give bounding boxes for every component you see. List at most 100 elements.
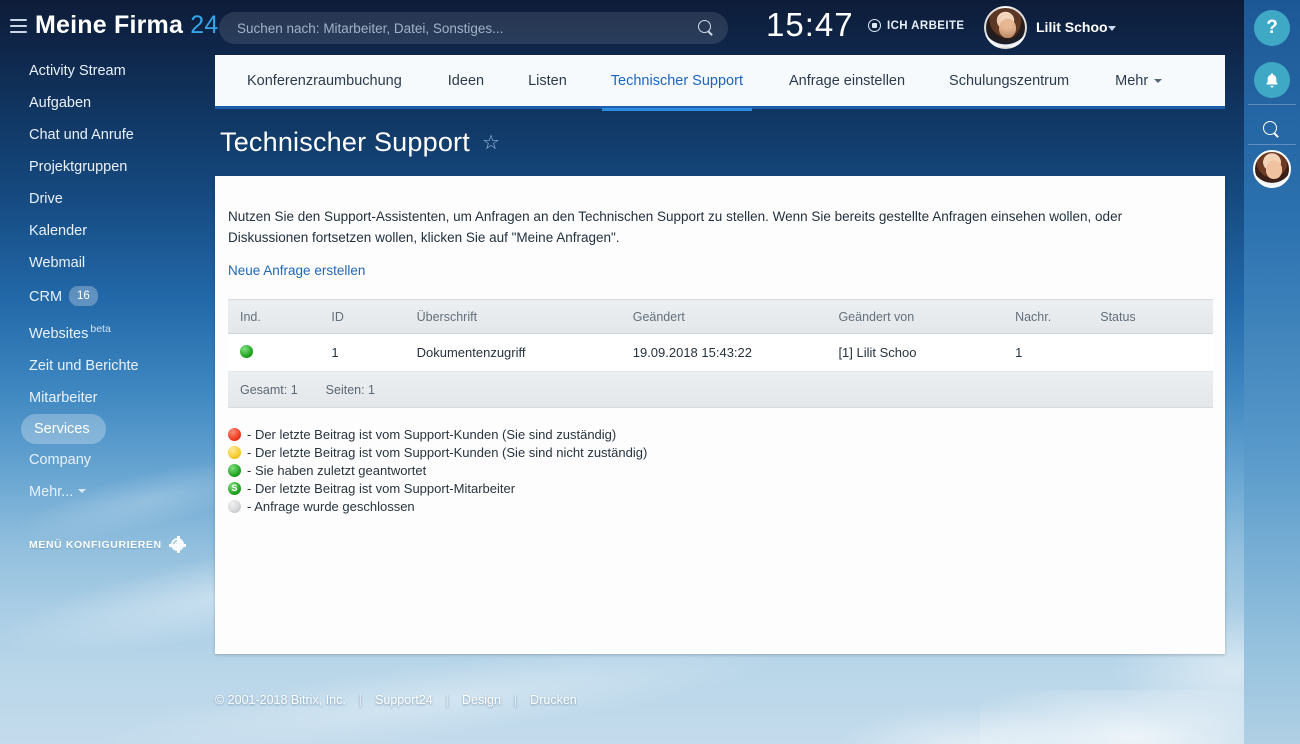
tab-konferenzraumbuchung[interactable]: Konferenzraumbuchung [247, 54, 402, 108]
sidebar-item-projektgruppen[interactable]: Projektgruppen [0, 151, 215, 183]
logo-text: Meine Firma [35, 11, 184, 39]
column-header[interactable]: Status [1088, 299, 1213, 334]
tab-schulungszentrum[interactable]: Schulungszentrum [949, 54, 1069, 108]
cell-indicator [228, 333, 320, 372]
search-icon[interactable] [1254, 112, 1290, 148]
sidebar-item-activity-stream[interactable]: Activity Stream [0, 55, 215, 87]
avatar[interactable] [984, 6, 1027, 49]
cell-modified-by: [1] Lilit Schoo [826, 333, 1004, 372]
requests-table: Ind. ID Überschrift Geändert Geändert von Nac… [228, 299, 1213, 372]
sidebar-item-chat-und-anrufe[interactable]: Chat und Anrufe [0, 119, 215, 151]
cell-title[interactable]: Dokumentenzugriff [404, 333, 621, 372]
global-search[interactable] [219, 12, 728, 44]
sidebar-item-mitarbeiter[interactable]: Mitarbeiter [0, 382, 215, 414]
work-status-button[interactable]: ICH ARBEITE [868, 19, 964, 32]
sidebar-item-label: Websites [29, 326, 89, 342]
avatar[interactable] [1253, 150, 1291, 188]
sidebar-item-label: CRM [29, 289, 63, 305]
star-icon[interactable]: ☆ [482, 133, 500, 153]
tab-label: Konferenzraumbuchung [247, 72, 402, 89]
table-header-row: Ind. ID Überschrift Geändert Geändert von Nac… [228, 299, 1213, 334]
tab-technischer-support[interactable]: Technischer Support [601, 54, 753, 111]
legend-label: - Sie haben zuletzt geantwortet [247, 462, 427, 478]
page-title-row: Technischer Support ☆ [215, 109, 1225, 176]
user-name[interactable]: Lilit Schoo [1036, 19, 1108, 35]
column-header[interactable]: Geändert von [826, 299, 1004, 334]
footer-divider: | [358, 693, 363, 707]
footer-link-support24[interactable]: Support24 [375, 693, 433, 707]
hamburger-icon[interactable] [10, 19, 27, 33]
legend-indicator-icon [228, 499, 241, 513]
footer-link-drucken[interactable]: Drucken [530, 693, 577, 707]
column-header[interactable]: Überschrift [404, 299, 621, 334]
content-area: Konferenzraumbuchung Ideen Listen Technisch… [215, 55, 1225, 654]
column-header[interactable]: ID [319, 299, 405, 334]
sidebar-item-label: Company [29, 452, 92, 468]
sidebar-item-label: Services [34, 421, 90, 437]
sidebar-item-drive[interactable]: Drive [0, 183, 215, 215]
tab-anfrage-einstellen[interactable]: Anfrage einstellen [789, 54, 905, 108]
column-header[interactable]: Nachr. [1003, 299, 1089, 334]
legend-item: S - Der letzte Beitrag ist vom Support-Mi… [228, 479, 1225, 497]
table-footer-summary: Gesamt: 1 Seiten: 1 [228, 372, 1213, 408]
chevron-down-icon[interactable] [78, 489, 87, 493]
sidebar-item-zeit-und-berichte[interactable]: Zeit und Berichte [0, 350, 215, 382]
logo-number: 24 [190, 11, 219, 39]
configure-menu-button[interactable]: MENÜ KONFIGURIEREN [29, 536, 186, 553]
legend-item: - Der letzte Beitrag ist vom Support-Kun… [228, 443, 1225, 461]
footer-link-design[interactable]: Design [462, 693, 501, 707]
search-input[interactable] [237, 12, 697, 44]
cell-messages: 1 [1003, 333, 1089, 372]
legend-indicator-icon: S [228, 481, 241, 495]
help-label: ? [1266, 17, 1278, 38]
status-indicator-icon [240, 344, 253, 358]
sidebar-item-label: Activity Stream [29, 63, 126, 79]
sidebar-item-kalender[interactable]: Kalender [0, 215, 215, 247]
sidebar-item-label: Zeit und Berichte [29, 358, 139, 374]
chevron-down-icon[interactable] [1154, 78, 1163, 83]
sidebar-item-crm[interactable]: CRM 16 [0, 279, 215, 313]
legend-label: - Der letzte Beitrag ist vom Support-Kun… [247, 444, 648, 460]
sidebar-item-badge: 16 [69, 286, 98, 306]
column-header[interactable]: Geändert [620, 299, 827, 334]
app-logo[interactable]: Meine Firma 24 [35, 11, 218, 40]
page-title: Technischer Support [220, 127, 470, 157]
tab-mehr[interactable]: Mehr [1115, 54, 1163, 108]
rail-divider [1248, 104, 1296, 105]
sidebar-item-label: Mitarbeiter [29, 390, 98, 406]
copyright: © 2001-2018 Bitrix, Inc. [215, 693, 346, 707]
sidebar-item-label: Aufgaben [29, 95, 92, 111]
tab-ideen[interactable]: Ideen [448, 54, 484, 108]
status-legend: - Der letzte Beitrag ist vom Support-Kun… [228, 425, 1225, 515]
legend-indicator-icon [228, 463, 241, 477]
record-icon [868, 19, 881, 32]
gear-icon[interactable] [168, 536, 186, 553]
sidebar-item-services[interactable]: Services [21, 414, 106, 444]
tab-bar: Konferenzraumbuchung Ideen Listen Technisch… [215, 54, 1225, 111]
page-count: Seiten: 1 [325, 382, 376, 397]
create-request-link[interactable]: Neue Anfrage erstellen [228, 263, 365, 278]
footer-divider: | [513, 693, 518, 707]
sidebar-item-aufgaben[interactable]: Aufgaben [0, 87, 215, 119]
sidebar-item-mehr[interactable]: Mehr... [0, 476, 215, 508]
rail-divider [1248, 144, 1296, 145]
tab-label: Technischer Support [610, 72, 743, 89]
sidebar-item-label: Projektgruppen [29, 159, 128, 175]
legend-item: - Anfrage wurde geschlossen [228, 497, 1225, 515]
tab-label: Schulungszentrum [949, 72, 1070, 89]
tab-label: Mehr [1115, 72, 1149, 89]
tab-listen[interactable]: Listen [528, 54, 567, 108]
legend-indicator-icon [228, 427, 241, 441]
sidebar-item-websites[interactable]: Websites beta [0, 313, 215, 350]
column-header[interactable]: Ind. [228, 299, 320, 334]
sidebar-item-company[interactable]: Company [0, 444, 215, 476]
sidebar-item-webmail[interactable]: Webmail [0, 247, 215, 279]
chevron-down-icon[interactable] [1108, 26, 1116, 31]
bell-icon[interactable] [1254, 62, 1290, 98]
search-icon[interactable] [698, 20, 714, 36]
help-icon[interactable]: ? [1254, 10, 1290, 46]
sidebar-item-label: Mehr... [29, 484, 74, 500]
right-rail: ? [1244, 0, 1300, 744]
table-row[interactable]: 1 Dokumentenzugriff 19.09.2018 15:43:22 [1]… [228, 333, 1213, 372]
intro-text: Nutzen Sie den Support-Assistenten, um A… [228, 209, 1123, 245]
